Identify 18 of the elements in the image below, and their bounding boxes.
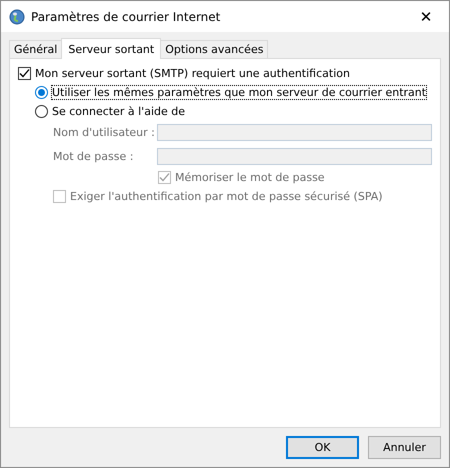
tab[interactable]: Serveur sortant [61, 38, 162, 59]
window-title: Paramètres de courrier Internet [31, 10, 222, 24]
checkbox-label: Mémoriser le mot de passe [175, 170, 325, 184]
tab[interactable]: Général [9, 40, 62, 58]
close-button[interactable]: ✕ [403, 1, 449, 32]
radio-label: Se connecter à l'aide de [52, 104, 185, 118]
dialog-button[interactable]: Annuler [368, 436, 441, 459]
checkbox-label: Mon serveur sortant (SMTP) requiert une authentification [35, 66, 350, 80]
dialog-button[interactable]: OK [286, 436, 359, 459]
field-label: Mot de passe : [53, 150, 134, 163]
field-label: Nom d'utilisateur : [53, 126, 156, 139]
radio-button[interactable] [35, 86, 48, 98]
globe-icon [9, 8, 25, 24]
radio-button[interactable] [35, 104, 48, 118]
radio-label: Utiliser les mêmes paramètres que mon serveur de courrier entrant [52, 86, 426, 98]
tab[interactable]: Options avancées [160, 40, 268, 58]
checkbox-label: Exiger l'authentification par mot de passe sécurisé (SPA) [70, 190, 383, 202]
checkbox[interactable] [18, 66, 31, 80]
